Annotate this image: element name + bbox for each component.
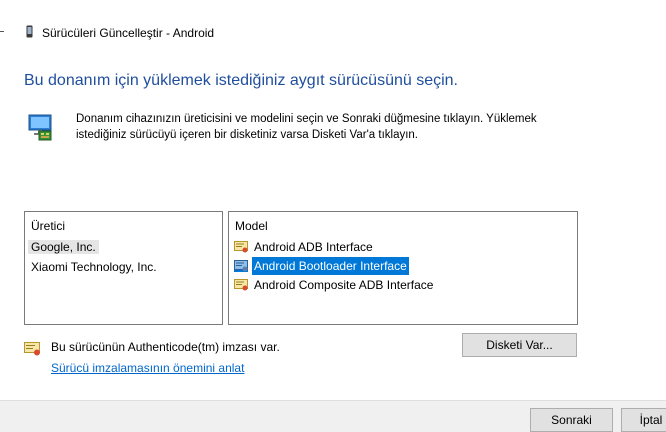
window-edge-mark [0, 31, 4, 32]
model-item-label: Android Bootloader Interface [252, 257, 409, 275]
manufacturer-header: Üretici [31, 219, 66, 233]
model-item-label: Android Composite ADB Interface [254, 278, 434, 292]
have-disk-button[interactable]: Disketi Var... [462, 333, 577, 357]
signing-info-link[interactable]: Sürücü imzalamasının önemini anlat [51, 361, 244, 375]
certificate-driver-icon [234, 260, 248, 272]
window-title: Sürücüleri Güncelleştir - Android [42, 26, 215, 40]
manufacturer-item-label: Xiaomi Technology, Inc. [31, 260, 157, 274]
next-button[interactable]: Sonraki [530, 408, 613, 432]
model-item-label: Android ADB Interface [254, 240, 373, 254]
instruction-text: Donanım cihazınızın üreticisini ve model… [76, 111, 576, 143]
device-icon [26, 25, 33, 38]
model-item-composite-adb[interactable]: Android Composite ADB Interface [234, 276, 435, 294]
instruction-line-1: Donanım cihazınızın üreticisini ve model… [76, 113, 537, 125]
signature-status-text: Bu sürücünün Authenticode(tm) imzası var… [51, 340, 280, 354]
model-header: Model [235, 219, 268, 233]
title-bar: Sürücüleri Güncelleştir - Android [0, 0, 666, 40]
hardware-monitor-icon [28, 114, 52, 141]
page-heading: Bu donanım için yüklemek istediğiniz ayg… [24, 72, 458, 89]
certificate-driver-icon [24, 342, 40, 356]
manufacturer-item-google[interactable]: Google, Inc. [28, 238, 99, 256]
manufacturer-item-label: Google, Inc. [28, 240, 99, 254]
certificate-driver-icon [234, 279, 248, 291]
manufacturer-list[interactable]: Üretici Google, Inc. Xiaomi Technology, … [24, 211, 223, 325]
cancel-button[interactable]: İptal [621, 408, 666, 432]
instruction-line-2: istediğiniz sürücüyü içeren bir disketin… [76, 129, 419, 141]
certificate-driver-icon [234, 241, 248, 253]
model-item-bootloader[interactable]: Android Bootloader Interface [234, 257, 409, 275]
manufacturer-item-xiaomi[interactable]: Xiaomi Technology, Inc. [31, 258, 157, 276]
model-list[interactable]: Model Android ADB Interface Android Boot… [228, 211, 578, 325]
model-item-adb[interactable]: Android ADB Interface [234, 238, 375, 256]
